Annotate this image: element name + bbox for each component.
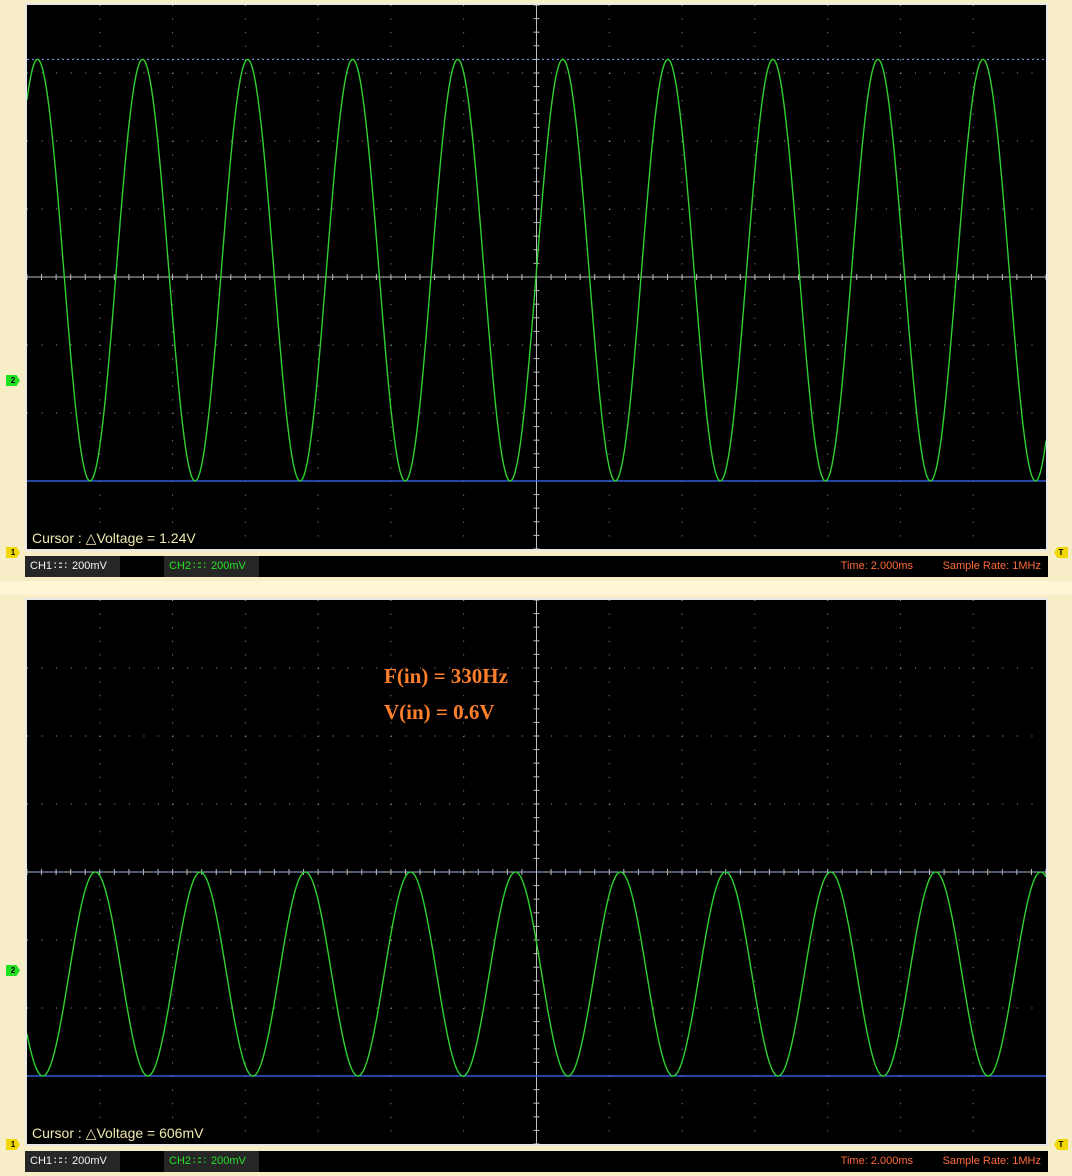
timebase-readout: Time: 2.000ms — [840, 560, 913, 572]
coupling-icon: ∷∷ — [54, 1155, 67, 1167]
trigger-marker[interactable]: T — [1054, 1139, 1068, 1150]
status-bar: CH1 ∷∷ 200mV CH2 ∷∷ 200mV Time: 2.000ms Samp… — [25, 1151, 1048, 1172]
coupling-icon: ∷∷ — [193, 560, 206, 572]
timebase-readout: Time: 2.000ms — [840, 1155, 913, 1167]
waveform-screen[interactable]: F(in) = 330Hz V(in) = 0.6V Cursor : △Vol… — [25, 598, 1048, 1146]
ch2-status[interactable]: CH2 ∷∷ 200mV — [164, 1151, 259, 1172]
status-bar: CH1 ∷∷ 200mV CH2 ∷∷ 200mV Time: 2.000ms Samp… — [25, 556, 1048, 577]
cursor-voltage-readout: Cursor : △Voltage = 1.24V — [32, 530, 196, 546]
scope-panel-bottom: F(in) = 330Hz V(in) = 0.6V Cursor : △Vol… — [0, 595, 1072, 1176]
ch1-label: CH1 — [30, 560, 53, 572]
ch1-scale: 200mV — [72, 560, 107, 572]
ch1-status[interactable]: CH1 ∷∷ 200mV — [25, 1151, 120, 1172]
waveform-plot — [27, 5, 1046, 549]
trigger-marker[interactable]: T — [1054, 547, 1068, 558]
input-frequency-annotation: F(in) = 330Hz — [384, 664, 508, 688]
sample-rate-readout: Sample Rate: 1MHz — [942, 560, 1041, 572]
ch2-level-marker[interactable]: 2 — [6, 965, 20, 976]
input-voltage-annotation: V(in) = 0.6V — [384, 700, 495, 724]
ch2-status[interactable]: CH2 ∷∷ 200mV — [164, 556, 259, 577]
ch1-label: CH1 — [30, 1155, 53, 1167]
ch2-scale: 200mV — [211, 560, 246, 572]
waveform-plot — [27, 600, 1046, 1144]
ch2-label: CH2 — [169, 1155, 192, 1167]
scope-panel-top: Cursor : △Voltage = 1.24V 2 1 T CH1 ∷∷ 200… — [0, 0, 1072, 581]
ch2-scale: 200mV — [211, 1155, 246, 1167]
ch1-status[interactable]: CH1 ∷∷ 200mV — [25, 556, 120, 577]
ch2-label: CH2 — [169, 560, 192, 572]
ch1-level-marker[interactable]: 1 — [6, 547, 20, 558]
coupling-icon: ∷∷ — [193, 1155, 206, 1167]
sample-rate-readout: Sample Rate: 1MHz — [942, 1155, 1041, 1167]
ch2-level-marker[interactable]: 2 — [6, 375, 20, 386]
cursor-voltage-readout: Cursor : △Voltage = 606mV — [32, 1125, 204, 1141]
ch1-scale: 200mV — [72, 1155, 107, 1167]
ch1-level-marker[interactable]: 1 — [6, 1139, 20, 1150]
waveform-screen[interactable]: Cursor : △Voltage = 1.24V — [25, 3, 1048, 551]
coupling-icon: ∷∷ — [54, 560, 67, 572]
